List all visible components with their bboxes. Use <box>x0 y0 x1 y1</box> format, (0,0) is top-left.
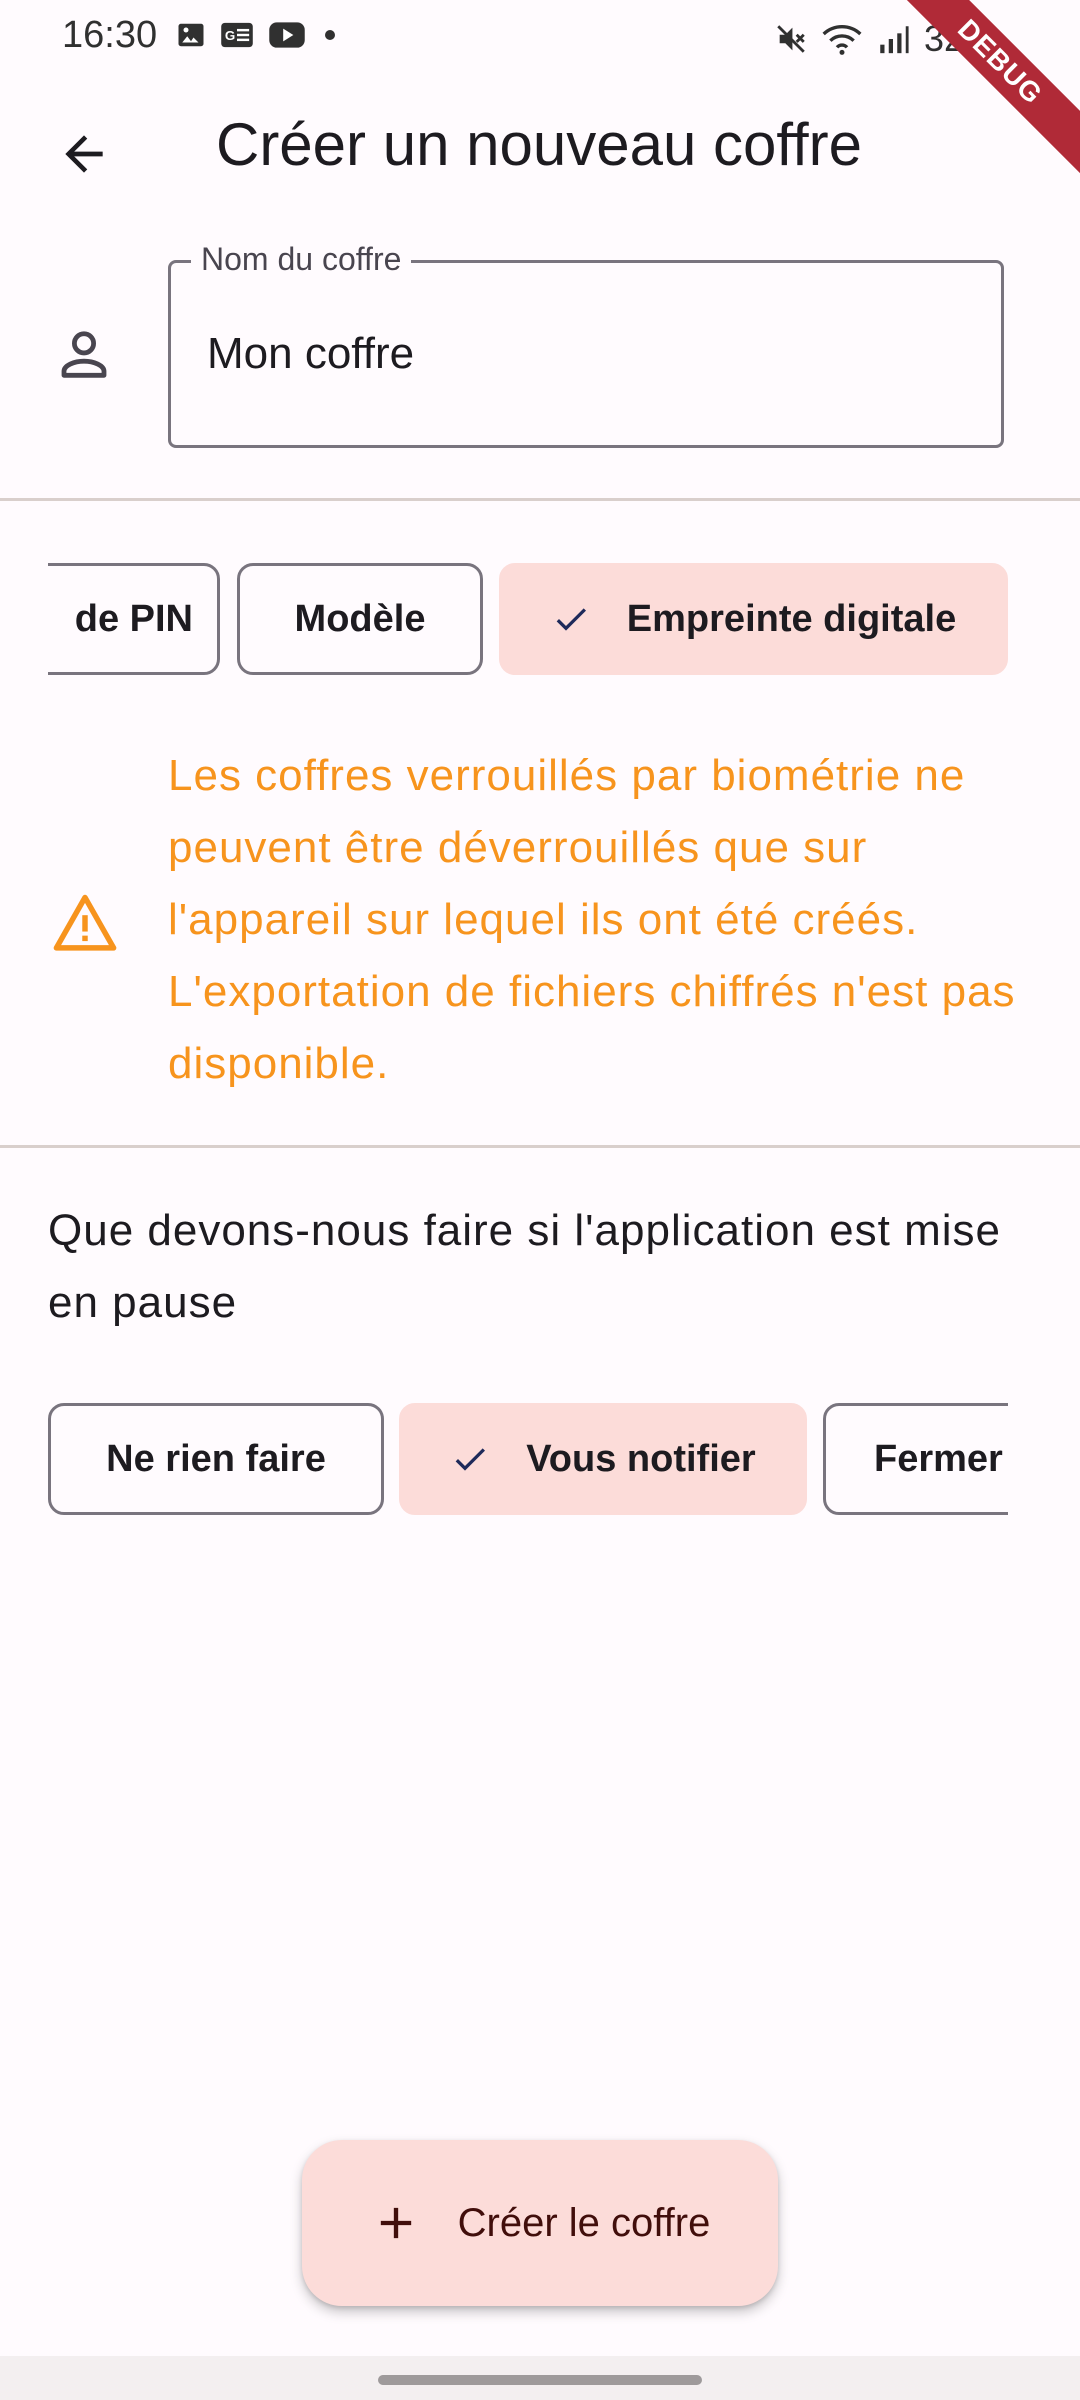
check-icon <box>450 1439 490 1479</box>
vault-name-label: Nom du coffre <box>191 241 412 278</box>
chip-pin[interactable]: de PIN <box>48 563 220 675</box>
notification-icons: G <box>176 20 340 50</box>
divider <box>0 1145 1080 1148</box>
chip-notify[interactable]: Vous notifier <box>399 1403 807 1515</box>
chip-close[interactable]: Fermer <box>823 1403 1008 1515</box>
person-icon <box>61 331 107 378</box>
status-bar: 16:30 G 32% DEBUG <box>0 0 1080 184</box>
chip-close-label: Fermer <box>874 1437 1003 1480</box>
youtube-icon <box>269 22 305 48</box>
image-icon <box>178 23 204 47</box>
check-icon <box>551 599 591 639</box>
arrow-back-icon <box>65 135 103 173</box>
pause-behavior-question: Que devons-nous faire si l'application e… <box>48 1206 1001 1327</box>
create-vault-button[interactable]: Créer le coffre <box>302 2140 778 2306</box>
wifi-icon <box>822 25 862 55</box>
mute-icon <box>777 25 805 53</box>
warning-icon <box>53 894 117 951</box>
chip-fingerprint[interactable]: Empreinte digitale <box>499 563 1008 675</box>
chip-pattern[interactable]: Modèle <box>237 563 483 675</box>
status-time: 16:30 <box>62 14 158 56</box>
vault-name-field[interactable]: Nom du coffre Mon coffre <box>168 241 1004 448</box>
signal-icon <box>880 26 909 54</box>
app-bar: Créer un nouveau coffre <box>0 90 1080 210</box>
chip-notify-label: Vous notifier <box>526 1437 756 1480</box>
page-title: Créer un nouveau coffre <box>216 111 862 178</box>
chip-pin-label: de PIN <box>74 597 193 640</box>
chip-do-nothing-label: Ne rien faire <box>106 1437 326 1480</box>
dot-icon <box>325 30 335 40</box>
chip-pattern-label: Modèle <box>294 597 426 640</box>
screen: 16:30 G 32% DEBUG Créer un nouveau coffr… <box>0 0 1080 2400</box>
home-indicator[interactable] <box>378 2375 702 2385</box>
chip-fingerprint-label: Empreinte digitale <box>626 597 957 640</box>
biometric-warning-text: Les coffres verrouillés par biométrie ne… <box>168 751 1016 1088</box>
pause-behavior-chips[interactable]: Ne rien faire Vous notifier Fermer <box>48 1403 1008 1519</box>
add-icon <box>370 2197 422 2249</box>
vault-name-input[interactable]: Mon coffre <box>207 329 414 379</box>
back-button[interactable] <box>44 114 124 194</box>
chip-do-nothing[interactable]: Ne rien faire <box>48 1403 384 1515</box>
svg-text:G: G <box>225 28 235 43</box>
lock-type-chips[interactable]: de PIN Modèle Empreinte digitale <box>48 563 1008 679</box>
divider <box>0 498 1080 501</box>
news-icon: G <box>221 22 253 48</box>
create-vault-label: Créer le coffre <box>457 2200 711 2245</box>
